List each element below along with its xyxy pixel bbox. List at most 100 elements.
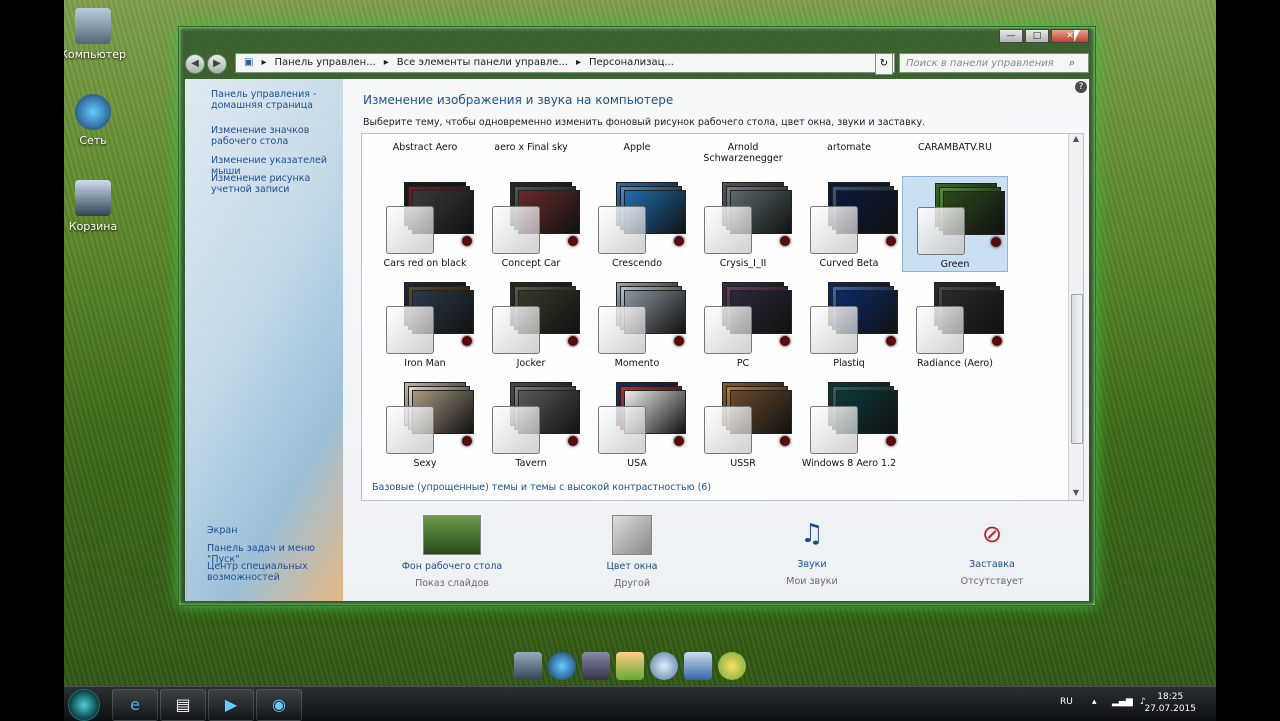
theme-item[interactable]: Arnold Schwarzenegger	[690, 134, 796, 170]
desktop-background-icon	[423, 515, 481, 555]
window-icon[interactable]	[684, 652, 712, 680]
navigation-bar: ◀ ▶ ▣ ▸ Панель управлен... ▸ Все элемент…	[185, 51, 1089, 77]
theme-label: Abstract Aero	[392, 142, 458, 153]
sidebar-link-account-picture[interactable]: Изменение рисунка учетной записи	[211, 173, 341, 195]
theme-item[interactable]: Windows 8 Aero 1.2	[796, 376, 902, 472]
theme-item[interactable]: artomate	[796, 134, 902, 170]
theme-label: Plastiq	[833, 358, 865, 369]
theme-item[interactable]: Cars red on black	[372, 176, 478, 272]
window-color-setting[interactable]: Цвет окна Другой	[567, 515, 697, 589]
window-color-swatch	[386, 206, 434, 254]
media-player-icon[interactable]: ▶	[208, 689, 254, 721]
desktop-background-value: Показ слайдов	[415, 578, 489, 589]
minimize-button[interactable]: —	[999, 29, 1023, 43]
window-color-link[interactable]: Цвет окна	[567, 561, 697, 572]
theme-preview	[598, 182, 686, 254]
monitor-icon[interactable]	[514, 652, 542, 680]
sidebar-link-accessibility[interactable]: Центр специальных возможностей	[207, 561, 317, 583]
sound-scheme-icon	[568, 336, 578, 346]
theme-item[interactable]: Curved Beta	[796, 176, 902, 272]
maximize-button[interactable]: □	[1025, 29, 1049, 43]
network-signal-icon[interactable]: ▂▄▆	[1112, 697, 1133, 707]
theme-label: Radiance (Aero)	[917, 358, 993, 369]
screensaver-setting[interactable]: ⊘ Заставка Отсутствует	[927, 515, 1057, 587]
desktop-icon-recycle-bin[interactable]: Корзина	[64, 180, 128, 233]
theme-item[interactable]: Crysis_I_II	[690, 176, 796, 272]
taskbar-window-icon[interactable]: ◉	[256, 689, 302, 721]
theme-item[interactable]: Momento	[584, 276, 690, 372]
clock-time: 18:25	[1157, 692, 1184, 702]
sounds-link[interactable]: Звуки	[747, 559, 877, 570]
sidebar-home-link[interactable]: Панель управления - домашняя страница	[211, 89, 321, 111]
theme-item[interactable]: Jocker	[478, 276, 584, 372]
vertical-scrollbar[interactable]: ▲ ▼	[1068, 134, 1083, 500]
clock[interactable]: 18:25 27.07.2015	[1144, 691, 1196, 715]
help-icon[interactable]: ?	[1075, 81, 1087, 93]
window-color-swatch	[704, 206, 752, 254]
forward-button[interactable]: ▶	[207, 54, 227, 74]
refresh-button[interactable]: ↻	[875, 53, 893, 75]
theme-item[interactable]: Concept Car	[478, 176, 584, 272]
breadcrumb-personalization[interactable]: Персонализац...	[589, 53, 674, 73]
theme-item[interactable]: CARAMBATV.RU	[902, 134, 1008, 170]
start-button[interactable]	[68, 689, 100, 721]
theme-item[interactable]: Abstract Aero	[372, 134, 478, 170]
sounds-icon: ♫	[800, 519, 824, 549]
scroll-down-icon[interactable]: ▼	[1069, 488, 1083, 500]
title-bar[interactable]: — □ ✕	[179, 27, 1095, 49]
theme-item[interactable]: USA	[584, 376, 690, 472]
magnifier-icon[interactable]	[650, 652, 678, 680]
theme-preview	[704, 382, 792, 454]
screensaver-link[interactable]: Заставка	[927, 559, 1057, 570]
theme-item[interactable]: Green	[902, 176, 1008, 272]
desktop-icon-computer[interactable]: Компьютер	[64, 8, 128, 61]
theme-item[interactable]: Iron Man	[372, 276, 478, 372]
sound-scheme-icon	[992, 336, 1002, 346]
address-bar[interactable]: ▣ ▸ Панель управлен... ▸ Все элементы па…	[235, 53, 895, 73]
theme-item[interactable]: Sexy	[372, 376, 478, 472]
theme-item[interactable]: aero x Final sky	[478, 134, 584, 170]
desktop-background-setting[interactable]: Фон рабочего стола Показ слайдов	[387, 515, 517, 589]
breadcrumb-control-panel[interactable]: Панель управлен...	[274, 53, 375, 73]
network-icon[interactable]	[548, 652, 576, 680]
theme-label: Jocker	[516, 358, 546, 369]
sounds-value: Мои звуки	[786, 576, 838, 587]
language-indicator[interactable]: RU	[1060, 697, 1073, 707]
file-manager-icon[interactable]: ▤	[160, 689, 206, 721]
control-panel-icon: ▣	[244, 57, 254, 68]
theme-preview	[492, 382, 580, 454]
theme-item[interactable]: Apple	[584, 134, 690, 170]
window-color-swatch	[386, 306, 434, 354]
theme-item[interactable]: USSR	[690, 376, 796, 472]
internet-explorer-icon[interactable]: e	[112, 689, 158, 721]
sound-scheme-icon	[886, 236, 896, 246]
window-color-swatch	[386, 406, 434, 454]
sound-scheme-icon	[568, 236, 578, 246]
theme-label: USSR	[730, 458, 756, 469]
search-input[interactable]: Поиск в панели управления	[899, 53, 1089, 73]
theme-item[interactable]: PC	[690, 276, 796, 372]
desktop-icon-network[interactable]: Сеть	[64, 94, 128, 147]
sidebar-link-desktop-icons[interactable]: Изменение значков рабочего стола	[211, 125, 341, 147]
desktop-background-link[interactable]: Фон рабочего стола	[387, 561, 517, 572]
users-icon[interactable]	[616, 652, 644, 680]
speaker-icon[interactable]	[582, 652, 610, 680]
theme-item[interactable]: Plastiq	[796, 276, 902, 372]
theme-item[interactable]: Radiance (Aero)	[902, 276, 1008, 372]
basic-themes-link[interactable]: Базовые (упрощенные) темы и темы с высок…	[372, 482, 711, 493]
tools-icon[interactable]	[718, 652, 746, 680]
theme-label: artomate	[827, 142, 871, 153]
show-hidden-icons-icon[interactable]: ▴	[1092, 697, 1097, 707]
window-color-swatch	[704, 306, 752, 354]
back-button[interactable]: ◀	[185, 54, 205, 74]
window-color-swatch	[810, 206, 858, 254]
desktop-icon-label: Сеть	[79, 134, 107, 147]
theme-item[interactable]: Crescendo	[584, 176, 690, 272]
breadcrumb-all-items[interactable]: Все элементы панели управле...	[397, 53, 568, 73]
sounds-setting[interactable]: ♫ Звуки Мои звуки	[747, 515, 877, 587]
sidebar-link-display[interactable]: Экран	[207, 525, 237, 536]
search-icon[interactable]: ⌕	[1069, 56, 1075, 70]
scrollbar-thumb[interactable]	[1071, 294, 1083, 444]
scroll-up-icon[interactable]: ▲	[1069, 134, 1083, 146]
theme-item[interactable]: Tavern	[478, 376, 584, 472]
